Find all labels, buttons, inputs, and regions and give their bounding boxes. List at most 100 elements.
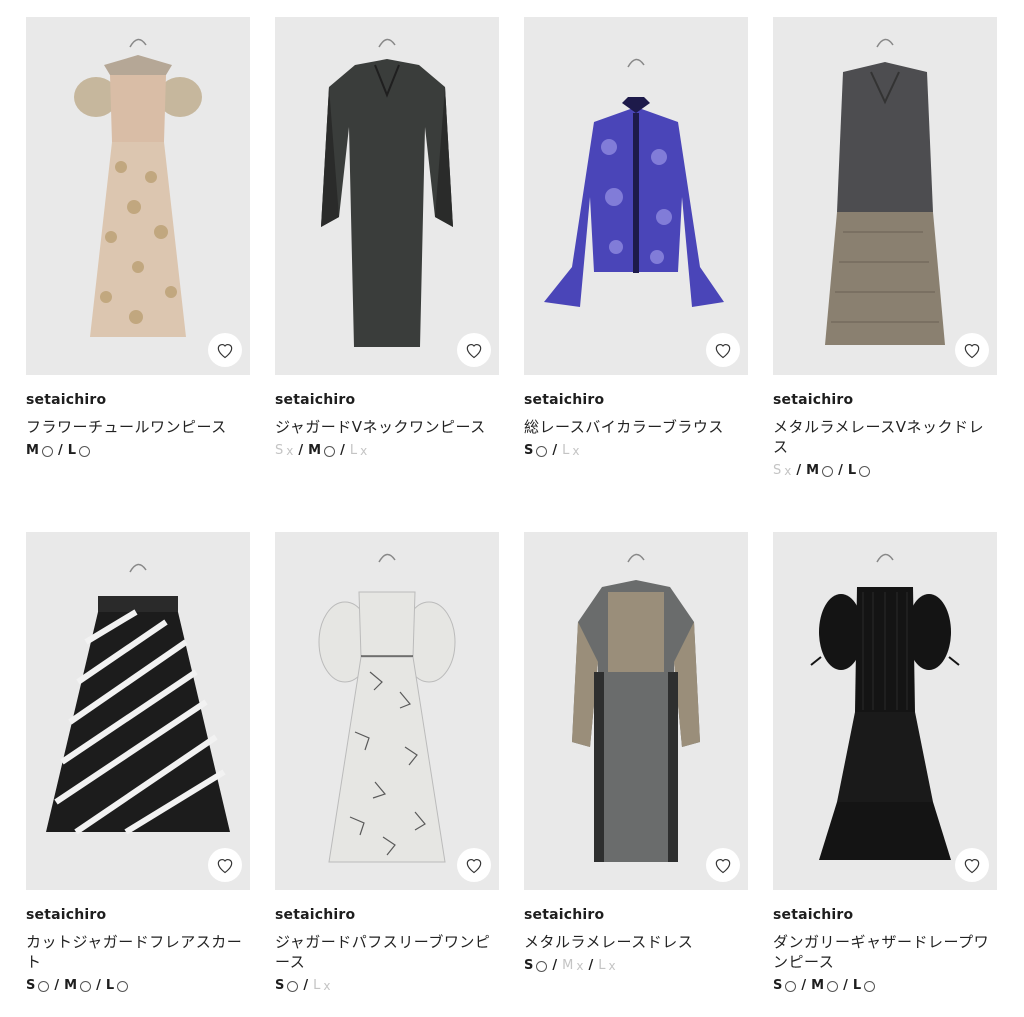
product-image: [825, 38, 945, 345]
product-name[interactable]: カットジャガードフレアスカート: [26, 932, 250, 972]
size-l: Lx: [313, 978, 331, 993]
product-name[interactable]: ジャガードパフスリーブワンピース: [275, 932, 499, 972]
heart-outline-icon: [466, 859, 482, 874]
product-name[interactable]: メタルラメレースVネックドレス: [773, 417, 997, 457]
circle-icon: [41, 445, 53, 457]
size-availability: S / M / L: [26, 977, 250, 995]
product-card[interactable]: setaichiro ジャガードVネックワンピース Sx / M / Lx: [275, 17, 499, 460]
product-photo[interactable]: [773, 17, 997, 375]
size-l: L: [106, 977, 129, 995]
product-card[interactable]: setaichiro 総レースバイカラーブラウス S / Lx: [524, 17, 748, 460]
size-m: M: [806, 462, 834, 480]
favorite-button[interactable]: [457, 848, 491, 882]
size-l: Lx: [562, 443, 580, 458]
product-image: [74, 38, 202, 337]
circle-icon: [859, 465, 871, 477]
circle-icon: [117, 980, 129, 992]
product-name[interactable]: ジャガードVネックワンピース: [275, 417, 499, 437]
brand-name: setaichiro: [275, 392, 356, 408]
product-image: [318, 553, 456, 863]
circle-icon: [827, 980, 839, 992]
circle-icon: [78, 445, 90, 457]
circle-icon: [287, 980, 299, 992]
cross-icon: x: [572, 444, 580, 458]
product-photo[interactable]: [26, 17, 250, 375]
product-image: [46, 563, 230, 835]
product-name[interactable]: ダンガリーギャザードレープワンピース: [773, 932, 997, 972]
product-card[interactable]: setaichiro ジャガードパフスリーブワンピース S / Lx: [275, 532, 499, 995]
favorite-button[interactable]: [955, 848, 989, 882]
size-m: M: [26, 442, 53, 460]
product-image: [810, 553, 960, 860]
heart-outline-icon: [964, 859, 980, 874]
product-name[interactable]: フラワーチュールワンピース: [26, 417, 250, 437]
heart-outline-icon: [217, 344, 233, 359]
size-s: Sx: [773, 463, 792, 478]
cross-icon: x: [286, 444, 294, 458]
brand-name: setaichiro: [524, 907, 605, 923]
product-card[interactable]: setaichiro カットジャガードフレアスカート S / M / L: [26, 532, 250, 995]
size-availability: M / L: [26, 442, 250, 460]
size-l: L: [848, 462, 871, 480]
product-image: [321, 38, 453, 347]
favorite-button[interactable]: [955, 333, 989, 367]
product-name[interactable]: メタルラメレースドレス: [524, 932, 748, 952]
brand-name: setaichiro: [26, 392, 107, 408]
size-l: Lx: [349, 443, 368, 458]
circle-icon: [80, 980, 92, 992]
brand-name: setaichiro: [26, 907, 107, 923]
cross-icon: x: [323, 979, 331, 993]
size-availability: S / Lx: [275, 977, 331, 995]
heart-outline-icon: [964, 344, 980, 359]
circle-icon: [864, 980, 876, 992]
heart-outline-icon: [466, 344, 482, 359]
product-photo[interactable]: [524, 532, 748, 890]
product-card[interactable]: setaichiro メタルラメレースドレス S / Mx / Lx: [524, 532, 748, 975]
brand-name: setaichiro: [275, 907, 356, 923]
size-s: S: [275, 977, 299, 995]
circle-icon: [822, 465, 834, 477]
heart-outline-icon: [217, 859, 233, 874]
cross-icon: x: [608, 959, 616, 973]
heart-outline-icon: [715, 344, 731, 359]
size-s: S: [773, 977, 797, 995]
size-m: Mx: [562, 958, 584, 973]
size-availability: S / M / L: [773, 977, 997, 995]
cross-icon: x: [576, 959, 584, 973]
brand-name: setaichiro: [773, 392, 854, 408]
cross-icon: x: [360, 444, 368, 458]
size-m: M: [308, 442, 336, 460]
size-availability: S / Lx: [524, 442, 580, 460]
favorite-button[interactable]: [208, 848, 242, 882]
size-m: M: [64, 977, 92, 995]
size-availability: Sx / M / L: [773, 462, 997, 480]
product-card[interactable]: setaichiro ダンガリーギャザードレープワンピース S / M / L: [773, 532, 997, 995]
circle-icon: [785, 980, 797, 992]
product-photo[interactable]: [275, 17, 499, 375]
product-photo[interactable]: [26, 532, 250, 890]
favorite-button[interactable]: [706, 848, 740, 882]
brand-name: setaichiro: [773, 907, 854, 923]
product-photo[interactable]: [773, 532, 997, 890]
heart-outline-icon: [715, 859, 731, 874]
cross-icon: x: [784, 464, 792, 478]
product-photo[interactable]: [275, 532, 499, 890]
product-image: [572, 553, 700, 862]
size-availability: S / Mx / Lx: [524, 958, 616, 973]
circle-icon: [536, 445, 548, 457]
favorite-button[interactable]: [457, 333, 491, 367]
circle-icon: [324, 445, 336, 457]
size-s: S: [524, 442, 548, 460]
favorite-button[interactable]: [706, 333, 740, 367]
circle-icon: [38, 980, 50, 992]
favorite-button[interactable]: [208, 333, 242, 367]
product-card[interactable]: setaichiro フラワーチュールワンピース M / L: [26, 17, 250, 460]
product-photo[interactable]: [524, 17, 748, 375]
product-name[interactable]: 総レースバイカラーブラウス: [524, 417, 748, 437]
brand-name: setaichiro: [524, 392, 605, 408]
size-m: M: [811, 977, 839, 995]
size-availability: Sx / M / Lx: [275, 442, 368, 460]
size-l: L: [853, 977, 876, 995]
product-card[interactable]: setaichiro メタルラメレースVネックドレス Sx / M / L: [773, 17, 997, 480]
size-l: Lx: [598, 958, 616, 973]
